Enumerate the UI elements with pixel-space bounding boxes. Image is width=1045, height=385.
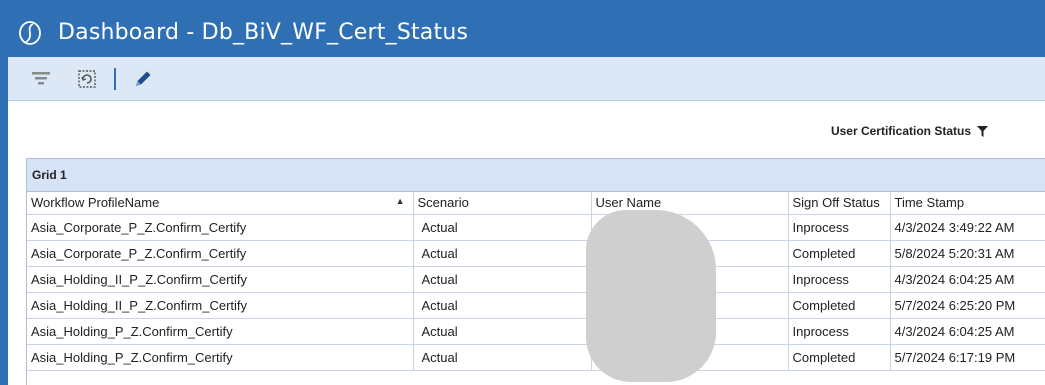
cell-time-stamp[interactable]: 4/3/2024 6:04:25 AM — [890, 266, 1045, 293]
grid-panel: Grid 1 Workflow ProfileName ▲ Scenario U… — [26, 158, 1045, 385]
cell-sign-off-status[interactable]: Completed — [788, 240, 891, 267]
refresh-button[interactable] — [74, 66, 100, 92]
table-row[interactable]: Asia_Holding_P_Z.Confirm_Certify Actual In… — [27, 318, 1045, 345]
redaction-blur — [610, 300, 700, 380]
cell-scenario[interactable]: Actual — [413, 240, 592, 267]
table-row[interactable]: Asia_Holding_II_P_Z.Confirm_Certify Actua… — [27, 292, 1045, 319]
grid-column-headers: Workflow ProfileName ▲ Scenario User Nam… — [27, 192, 1045, 215]
filter-button[interactable] — [28, 66, 54, 92]
cell-scenario[interactable]: Actual — [413, 344, 592, 371]
cell-workflow-profilename[interactable]: Asia_Holding_II_P_Z.Confirm_Certify — [27, 292, 414, 319]
cell-scenario[interactable]: Actual — [413, 266, 592, 293]
column-header-sign-off-status[interactable]: Sign Off Status — [788, 192, 891, 215]
edit-pencil-icon — [136, 71, 151, 86]
window-title: Dashboard - Db_BiV_WF_Cert_Status — [58, 20, 469, 45]
cell-sign-off-status[interactable]: Inprocess — [788, 318, 891, 345]
cell-sign-off-status[interactable]: Completed — [788, 292, 891, 319]
user-certification-status-label[interactable]: User Certification Status — [831, 124, 988, 138]
cell-workflow-profilename[interactable]: Asia_Holding_P_Z.Confirm_Certify — [27, 344, 414, 371]
cell-sign-off-status[interactable]: Completed — [788, 344, 891, 371]
dashboard-content: User Certification Status Grid 1 Workflo… — [8, 101, 1045, 385]
sort-ascending-icon: ▲ — [395, 196, 405, 206]
app-logo-icon — [16, 19, 44, 47]
toolbar-separator — [114, 67, 116, 90]
cell-workflow-profilename[interactable]: Asia_Holding_P_Z.Confirm_Certify — [27, 318, 414, 345]
table-row[interactable]: Asia_Corporate_P_Z.Confirm_Certify Actual… — [27, 214, 1045, 241]
table-row[interactable]: Asia_Corporate_P_Z.Confirm_Certify Actual… — [27, 240, 1045, 267]
data-grid: Workflow ProfileName ▲ Scenario User Nam… — [27, 192, 1045, 371]
edit-button[interactable] — [130, 66, 156, 92]
title-bar: Dashboard - Db_BiV_WF_Cert_Status — [8, 8, 1045, 57]
cell-scenario[interactable]: Actual — [413, 214, 592, 241]
column-header-time-stamp[interactable]: Time Stamp — [890, 192, 1045, 215]
cell-scenario[interactable]: Actual — [413, 318, 592, 345]
cell-time-stamp[interactable]: 5/7/2024 6:25:20 PM — [890, 292, 1045, 319]
grid-title: Grid 1 — [27, 159, 1045, 192]
cell-time-stamp[interactable]: 4/3/2024 6:04:25 AM — [890, 318, 1045, 345]
filter-funnel-icon[interactable] — [977, 125, 988, 137]
column-header-workflow-profilename[interactable]: Workflow ProfileName ▲ — [27, 192, 414, 215]
cell-workflow-profilename[interactable]: Asia_Holding_II_P_Z.Confirm_Certify — [27, 266, 414, 293]
column-header-scenario[interactable]: Scenario — [413, 192, 592, 215]
cell-sign-off-status[interactable]: Inprocess — [788, 266, 891, 293]
grid-body: Asia_Corporate_P_Z.Confirm_Certify Actual… — [27, 214, 1045, 371]
cell-scenario[interactable]: Actual — [413, 292, 592, 319]
table-row[interactable]: Asia_Holding_P_Z.Confirm_Certify Actual Co… — [27, 344, 1045, 371]
table-row[interactable]: Asia_Holding_II_P_Z.Confirm_Certify Actua… — [27, 266, 1045, 293]
cell-time-stamp[interactable]: 5/8/2024 5:20:31 AM — [890, 240, 1045, 267]
status-label-text: User Certification Status — [830, 124, 971, 138]
cell-time-stamp[interactable]: 5/7/2024 6:17:19 PM — [890, 344, 1045, 371]
toolbar — [8, 57, 1045, 101]
filter-icon — [32, 71, 50, 84]
cell-workflow-profilename[interactable]: Asia_Corporate_P_Z.Confirm_Certify — [27, 214, 414, 241]
cell-time-stamp[interactable]: 4/3/2024 3:49:22 AM — [890, 214, 1045, 241]
refresh-icon — [78, 69, 96, 88]
cell-workflow-profilename[interactable]: Asia_Corporate_P_Z.Confirm_Certify — [27, 240, 414, 267]
cell-sign-off-status[interactable]: Inprocess — [788, 214, 891, 241]
